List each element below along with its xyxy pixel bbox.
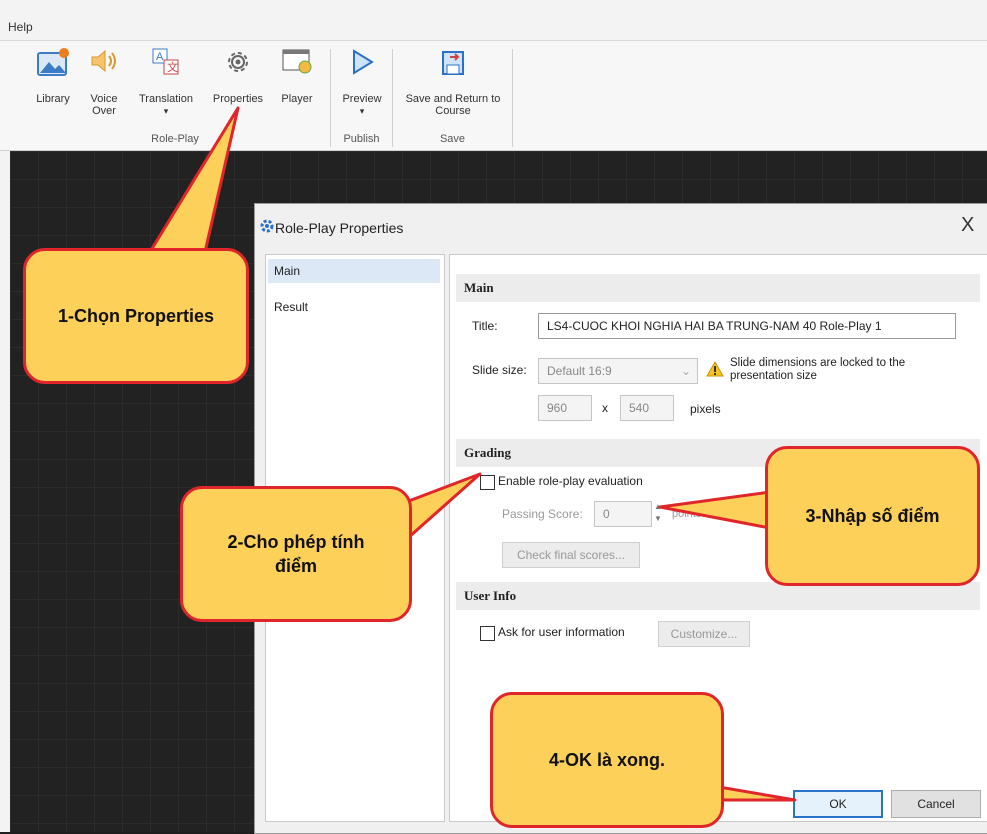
height-input[interactable]: 540 [620,395,674,421]
window-title-strip [0,0,987,14]
cancel-button[interactable]: Cancel [891,790,981,818]
save-and-return-button[interactable]: Save and Return to Course [398,41,508,121]
passing-score-label: Passing Score: [502,507,583,521]
spinner-icon[interactable]: ▲ ▼ [654,501,666,527]
library-button[interactable]: Library [28,41,78,121]
callout-4: 4-OK là xong. [490,692,724,828]
width-input[interactable]: 960 [538,395,592,421]
chevron-down-icon: ▾ [359,106,365,116]
nav-item-main[interactable]: Main [268,259,440,283]
ask-user-info-checkbox[interactable] [480,626,495,641]
pixels-label: pixels [690,402,721,416]
slide-size-label: Slide size: [472,363,527,377]
title-input[interactable]: LS4-CUOC KHOI NGHIA HAI BA TRUNG-NAM 40 … [538,313,956,339]
callout-1: 1-Chọn Properties [23,248,249,384]
section-header-user-info: User Info [456,582,980,610]
group-label-roleplay: Role-Play [151,133,199,145]
library-icon [36,47,70,80]
speaker-icon [89,47,119,78]
properties-button[interactable]: Properties [206,41,270,121]
play-icon [349,47,375,80]
menu-bar [0,14,987,41]
close-button[interactable]: X [961,214,974,237]
svg-text:A: A [156,51,164,63]
chevron-down-icon: ⌄ [680,364,691,378]
menu-help[interactable]: Help [8,20,33,34]
group-label-save: Save [439,133,466,145]
callout-3: 3-Nhập số điểm [765,446,980,586]
slide-size-note: Slide dimensions are locked to the prese… [730,357,906,382]
left-margin [0,151,10,832]
svg-text:文: 文 [167,60,178,74]
group-label-publish: Publish [343,133,380,145]
nav-item-result[interactable]: Result [268,295,440,319]
passing-score-suffix: points of 0 (100 [672,508,748,520]
slide-size-select[interactable]: Default 16:9 ⌄ [538,358,698,384]
save-return-icon [438,47,468,80]
ok-button[interactable]: OK [793,790,883,818]
enable-evaluation-label: Enable role-play evaluation [498,474,643,488]
gear-icon [223,47,253,80]
ribbon-separator [512,49,513,147]
translation-button[interactable]: A文 Translation ▾ [130,41,202,121]
preview-button[interactable]: Preview ▾ [338,41,386,121]
gear-icon [259,218,275,239]
customize-button[interactable]: Customize... [658,621,750,647]
ask-user-info-label: Ask for user information [498,625,625,639]
dimension-separator: x [602,401,608,415]
title-label: Title: [472,319,498,333]
player-icon [281,47,313,78]
check-final-scores-button[interactable]: Check final scores... [502,542,640,568]
warning-icon [706,360,724,382]
dialog-title: Role-Play Properties [275,220,404,236]
player-button[interactable]: Player [274,41,320,121]
voice-over-button[interactable]: Voice Over [84,41,124,121]
chevron-down-icon: ▾ [163,106,169,116]
passing-score-input[interactable]: 0 [594,501,652,527]
section-header-main: Main [456,274,980,302]
enable-evaluation-checkbox[interactable] [480,475,495,490]
ribbon: Library Voice Over A文 Translation ▾ Prop… [0,41,987,151]
translation-icon: A文 [151,47,181,80]
callout-2: 2-Cho phép tính điểm [180,486,412,622]
